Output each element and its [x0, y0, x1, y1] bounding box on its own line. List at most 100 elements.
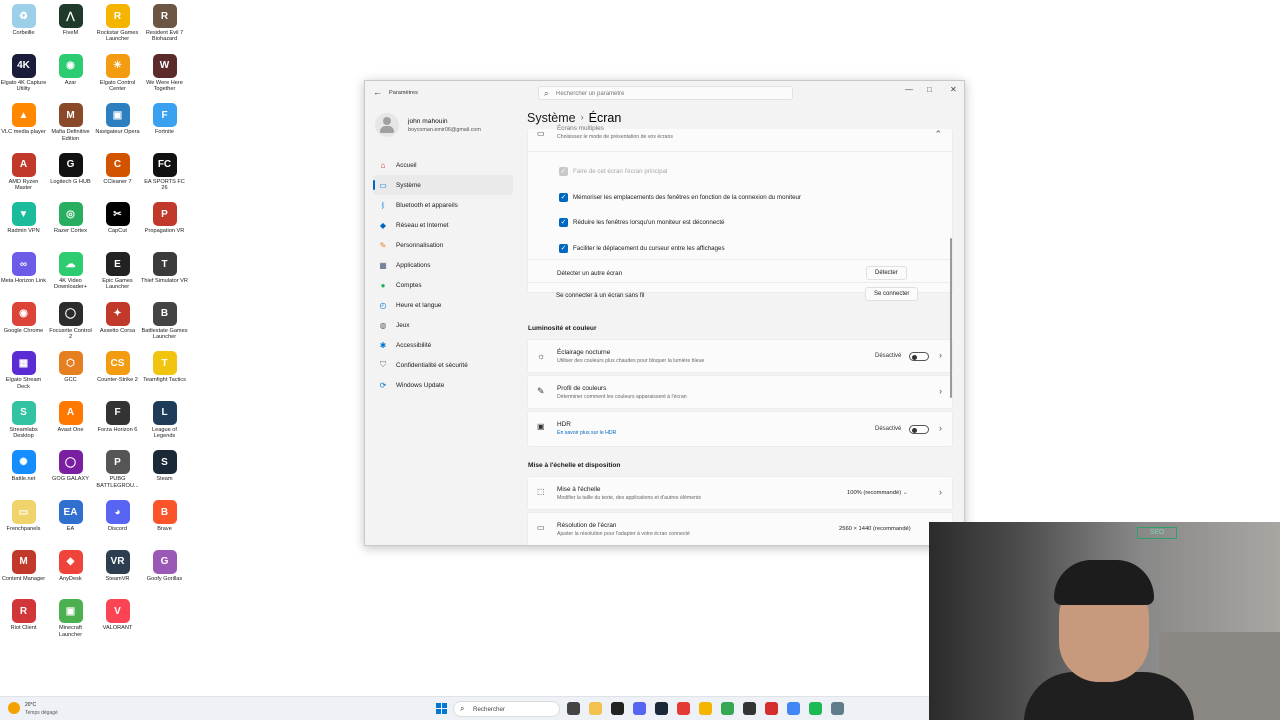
desktop-icon-focusrite-control-2[interactable]: ◯ Focusrite Control 2: [47, 301, 94, 341]
desktop-icon-ccleaner-7[interactable]: C CCleaner 7: [94, 152, 141, 185]
desktop-icon-logitech-g-hub[interactable]: G Logitech G HUB: [47, 152, 94, 185]
desktop-icon-gcc[interactable]: ⬡ GCC: [47, 351, 94, 383]
sidebar-item-confidentialite-et-securite[interactable]: ⛉ Confidentialité et sécurité: [373, 355, 513, 375]
opera-taskbar-icon[interactable]: [765, 702, 778, 715]
sidebar-item-accessibilite[interactable]: ✱ Accessibilité: [373, 335, 513, 355]
desktop-icon-mafia-definitive-edition[interactable]: M Mafia Definitive Edition: [47, 103, 94, 142]
color-profile-card[interactable]: ✎ Profil de couleurs Déterminer comment …: [527, 375, 953, 409]
sidebar-item-windows-update[interactable]: ⟳ Windows Update: [373, 375, 513, 395]
desktop-icon-rockstar-games-launcher[interactable]: R Rockstar Games Launcher: [94, 4, 141, 43]
desktop-icon-forza-horizon-6[interactable]: F Forza Horizon 6: [94, 400, 141, 433]
sidebar-item-applications[interactable]: ▦ Applications: [373, 255, 513, 275]
night-light-row[interactable]: ☼ Éclairage nocturne Utiliser des couleu…: [528, 340, 952, 374]
multi-display-header[interactable]: ▭ Écrans multiples Choisissez le mode de…: [528, 125, 952, 151]
desktop-icon-gog-galaxy[interactable]: ◯ GOG GALAXY: [47, 450, 94, 482]
hdr-card[interactable]: ▣ HDR En savoir plus sur le HDR Désactiv…: [527, 411, 953, 447]
resolution-card[interactable]: ▭ Résolution de l'écran Ajuster la résol…: [527, 512, 953, 545]
connect-button[interactable]: Se connecter: [865, 287, 919, 301]
hdr-row[interactable]: ▣ HDR En savoir plus sur le HDR Désactiv…: [528, 412, 952, 448]
desktop-icon-counter-strike-2[interactable]: CS Counter-Strike 2: [94, 351, 141, 383]
scale-row[interactable]: ⬚ Mise à l'échelle Modifier la taille du…: [528, 477, 952, 511]
settings-taskbar-icon[interactable]: [831, 702, 844, 715]
desktop-icon-elgato-stream-deck[interactable]: ▦ Elgato Stream Deck: [0, 351, 47, 390]
desktop-icon-valorant[interactable]: V VALORANT: [94, 599, 141, 631]
desktop-icon-google-chrome[interactable]: ◉ Google Chrome: [0, 301, 47, 334]
minimize-button[interactable]: —: [905, 85, 913, 94]
desktop-icon-brave[interactable]: B Brave: [141, 500, 188, 532]
desktop-icon-assetto-corsa[interactable]: ✦ Assetto Corsa: [94, 301, 141, 334]
taskbar-search[interactable]: ⌕ Rechercher: [453, 701, 560, 717]
remember-windows-checkbox[interactable]: ✓: [559, 193, 568, 202]
desktop-icon-fortnite[interactable]: F Fortnite: [141, 103, 188, 135]
close-button[interactable]: ✕: [950, 85, 957, 94]
desktop-icon-minecraft-launcher[interactable]: ▣ Minecraft Launcher: [47, 599, 94, 638]
desktop-icon-ea[interactable]: EA EA: [47, 500, 94, 532]
back-arrow-icon[interactable]: ←: [373, 87, 382, 97]
chrome-taskbar-icon[interactable]: [721, 702, 734, 715]
collapse-chevron-icon[interactable]: ⌃: [934, 129, 942, 140]
desktop-icon-teamfight-tactics[interactable]: T Teamfight Tactics: [141, 351, 188, 383]
desktop-icon-azar[interactable]: ◉ Azar: [47, 53, 94, 86]
breadcrumb-parent[interactable]: Système: [527, 111, 576, 125]
desktop-icon-amd-ryzen-master[interactable]: A AMD Ryzen Master: [0, 152, 47, 192]
sidebar-item-reseau-et-internet[interactable]: ◆ Réseau et Internet: [373, 215, 513, 235]
resolution-row[interactable]: ▭ Résolution de l'écran Ajuster la résol…: [528, 513, 952, 545]
desktop-icon-fivem[interactable]: ⋀ FiveM: [47, 4, 94, 36]
desktop-icon-league-of-legends[interactable]: L League of Legends: [141, 400, 188, 440]
desktop-icon-elgato-4k-capture-utility[interactable]: 4K Elgato 4K Capture Utility: [0, 53, 47, 93]
desktop-icon-frenchpanels[interactable]: ▭ Frenchpanels: [0, 500, 47, 532]
minimize-windows-checkbox[interactable]: ✓: [559, 218, 568, 227]
desktop-icon-meta-horizon-link[interactable]: ∞ Meta Horizon Link: [0, 252, 47, 284]
task-view-icon[interactable]: [567, 702, 580, 715]
obs-taskbar-icon[interactable]: [743, 702, 756, 715]
sidebar-item-personnalisation[interactable]: ✎ Personnalisation: [373, 235, 513, 255]
desktop-icon-elgato-control-center[interactable]: ☀ Elgato Control Center: [94, 53, 141, 93]
settings-search-box[interactable]: ⌕: [538, 86, 793, 100]
file-explorer-icon[interactable]: [589, 702, 602, 715]
desktop-icon-we-were-here-together[interactable]: W We Were Here Together: [141, 53, 188, 93]
desktop-icon-radmin-vpn[interactable]: ▼ Radmin VPN: [0, 202, 47, 234]
desktop-icon-razer-cortex[interactable]: ◎ Razer Cortex: [47, 202, 94, 234]
desktop-icon-pubg-battlegrou[interactable]: P PUBG BATTLEGROU...: [94, 450, 141, 489]
sidebar-item-heure-et-langue[interactable]: ◴ Heure et langue: [373, 295, 513, 315]
desktop-icon-steamvr[interactable]: VR SteamVR: [94, 549, 141, 582]
desktop-icon-vlc-media-player[interactable]: ▲ VLC media player: [0, 103, 47, 135]
desktop-icon-resident-evil-7-biohazard[interactable]: R Resident Evil 7 Biohazard: [141, 4, 188, 43]
desktop-icon-steam[interactable]: S Steam: [141, 450, 188, 482]
record-taskbar-icon[interactable]: [677, 702, 690, 715]
desktop-icon-propagation-vr[interactable]: P Propagation VR: [141, 202, 188, 234]
desktop-icon-streamlabs-desktop[interactable]: S Streamlabs Desktop: [0, 400, 47, 440]
sidebar-item-comptes[interactable]: ● Comptes: [373, 275, 513, 295]
desktop-icon-goofy-gorillas[interactable]: G Goofy Gorillas: [141, 549, 188, 582]
desktop-icon-avast-one[interactable]: A Avast One: [47, 400, 94, 433]
desktop-icon-capcut[interactable]: ✂ CapCut: [94, 202, 141, 234]
desktop-icon-riot-client[interactable]: R Riot Client: [0, 599, 47, 631]
hdr-learn-more-link[interactable]: En savoir plus sur le HDR: [557, 430, 616, 436]
steam-taskbar-icon[interactable]: [655, 702, 668, 715]
resolution-dropdown[interactable]: 2560 × 1440 (recommandé): [839, 526, 911, 532]
color-profile-row[interactable]: ✎ Profil de couleurs Déterminer comment …: [528, 376, 952, 410]
sidebar-item-systeme[interactable]: ▭ Système: [373, 175, 513, 195]
terminal-icon[interactable]: [611, 702, 624, 715]
settings-search-input[interactable]: [556, 88, 786, 99]
discord-taskbar-icon[interactable]: [633, 702, 646, 715]
sidebar-item-jeux[interactable]: ◍ Jeux: [373, 315, 513, 335]
sidebar-item-bluetooth-et-appareils[interactable]: ᛒ Bluetooth et appareils: [373, 195, 513, 215]
night-light-toggle[interactable]: [909, 352, 929, 361]
rockstar-taskbar-icon[interactable]: [699, 702, 712, 715]
desktop-icon-4k-video-downloader[interactable]: ☁ 4K Video Downloader+: [47, 252, 94, 291]
sidebar-item-accueil[interactable]: ⌂ Accueil: [373, 155, 513, 175]
desktop-icon-discord[interactable]: ◕ Discord: [94, 500, 141, 532]
desktop-icon-content-manager[interactable]: M Content Manager: [0, 549, 47, 582]
desktop-icon-corbeille[interactable]: ♻ Corbeille: [0, 4, 47, 36]
desktop-icon-thief-simulator-vr[interactable]: T Thief Simulator VR: [141, 252, 188, 284]
scale-dropdown[interactable]: 100% (recommandé) ⌄: [847, 490, 908, 496]
desktop-icon-epic-games-launcher[interactable]: E Epic Games Launcher: [94, 252, 141, 291]
chrome2-taskbar-icon[interactable]: [787, 702, 800, 715]
desktop-icon-battle-net[interactable]: ✺ Battle.net: [0, 450, 47, 482]
night-light-card[interactable]: ☼ Éclairage nocturne Utiliser des couleu…: [527, 339, 953, 373]
desktop-icon-ea-sports-fc-26[interactable]: FC EA SPORTS FC 26: [141, 152, 188, 192]
maximize-button[interactable]: □: [927, 85, 932, 94]
spotify-taskbar-icon[interactable]: [809, 702, 822, 715]
cursor-move-checkbox[interactable]: ✓: [559, 244, 568, 253]
